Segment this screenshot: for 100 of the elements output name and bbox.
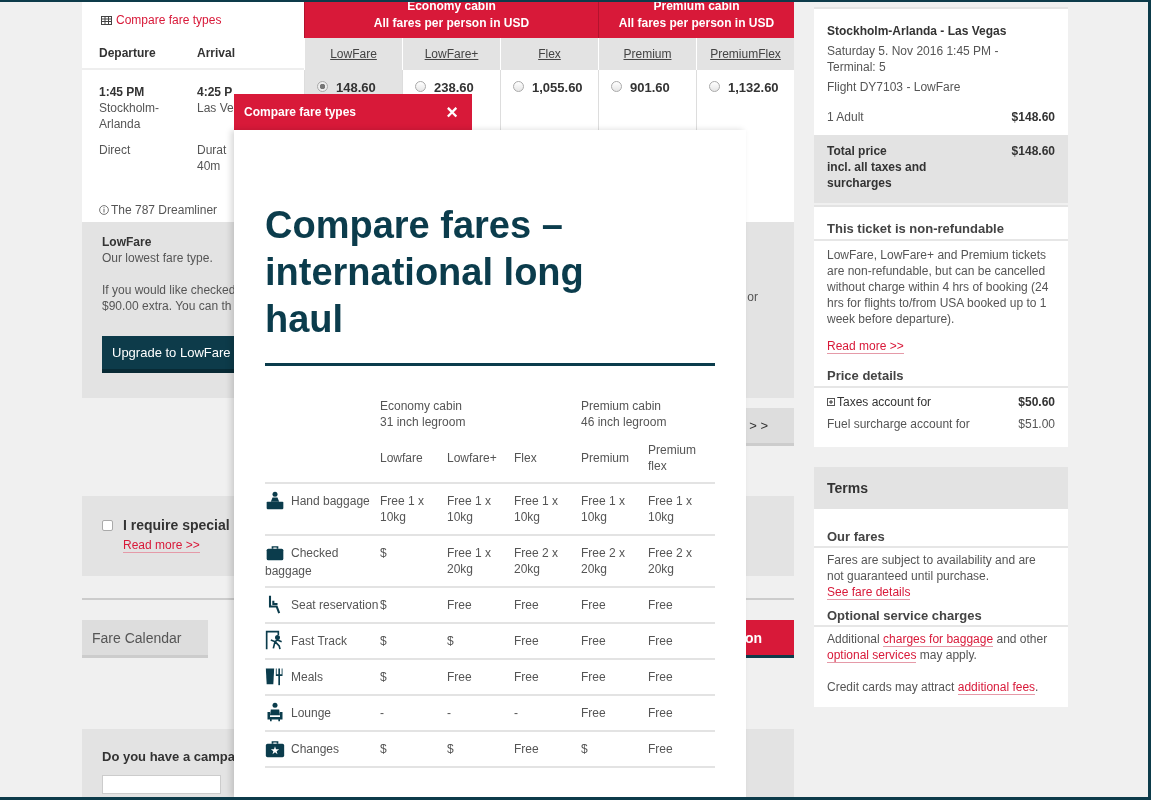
table-cell: - (447, 695, 514, 731)
fare-radio[interactable] (611, 81, 622, 92)
table-cell: $ (380, 731, 447, 767)
arrival-time: 4:25 P (197, 84, 233, 100)
row-label: Hand baggage (265, 483, 380, 535)
aircraft-text: The 787 Dreamliner (111, 202, 218, 218)
column-header: Premium flex (648, 430, 715, 483)
fare-type-link[interactable]: Flex (500, 38, 598, 70)
price-detail-label[interactable]: Taxes account for (827, 394, 932, 410)
refund-text: LowFare, LowFare+ and Premium tickets are non-refundable, but can be cancelled without charge within 4 hrs of booking (24 hrs for flights to/from USA booked up to 1 week before departure). (827, 247, 1050, 327)
campaign-label: Do you have a campa (102, 749, 235, 765)
table-cell: Free (514, 659, 581, 695)
row-label: Seat reservation (265, 587, 380, 623)
price-detail-label: Fuel surcharge account for (827, 416, 970, 432)
fare-type-link[interactable]: Premium (598, 38, 696, 70)
fare-type-link[interactable]: LowFare (304, 38, 402, 70)
fare-radio[interactable] (317, 81, 328, 92)
person-at-counter-icon (265, 490, 285, 510)
row-label: Checked baggage (265, 535, 380, 587)
table-cell: Free 1 x 10kg (514, 483, 581, 535)
table-cell: Free (514, 587, 581, 623)
fare-price: 1,132.60 (728, 80, 779, 95)
cup-and-fork-icon (265, 666, 285, 686)
fare-price: 238.60 (434, 80, 474, 95)
terms-text: Additional charges for baggage and other optional services may apply. (827, 631, 1049, 663)
table-icon (101, 15, 112, 25)
fare-price: 148.60 (336, 80, 376, 95)
briefcase-star-icon (265, 738, 285, 758)
table-cell: Free 2 x 20kg (581, 535, 648, 587)
close-button[interactable]: × (446, 102, 458, 122)
table-cell: Free (648, 623, 715, 659)
flight-number: Flight DY7103 - LowFare (827, 79, 961, 95)
table-cell: Free (648, 731, 715, 767)
column-header: Arrival (197, 46, 237, 60)
column-header: Premium (581, 430, 648, 483)
section-heading: This ticket is non-refundable (814, 207, 1068, 241)
table-cell: $ (581, 731, 648, 767)
section-heading: Price details (814, 362, 1068, 388)
table-cell: Free (581, 587, 648, 623)
read-more-link[interactable]: Read more >> (827, 339, 904, 354)
compare-fare-types-link[interactable]: Compare fare types (116, 13, 222, 27)
section-heading: Our fares (814, 523, 1068, 548)
column-header: Lowfare+ (447, 430, 514, 483)
cabin-heading: Economy cabin 31 inch legroom (380, 398, 581, 430)
departure-time: 1:45 PM (99, 84, 145, 100)
table-cell: $ (380, 587, 447, 623)
row-label: Lounge (265, 695, 380, 731)
text-link[interactable]: charges for baggage (883, 632, 994, 647)
terms-text: Fares are subject to availability and are not guaranteed until purchase. (827, 552, 1037, 584)
checkbox[interactable] (102, 520, 113, 531)
table-cell: Free (648, 587, 715, 623)
info-icon (99, 205, 109, 215)
table-cell: Free (581, 695, 648, 731)
fare-calendar-button[interactable]: Fare Calendar (82, 620, 208, 658)
duration-text: Durat (197, 142, 227, 158)
expand-icon[interactable] (827, 398, 835, 406)
fare-radio[interactable] (709, 81, 720, 92)
table-cell: Free 1 x 10kg (581, 483, 648, 535)
fare-type-link[interactable]: LowFare+ (402, 38, 500, 70)
fare-subtitle: Our lowest fare type. (102, 250, 213, 266)
table-cell: Free 1 x 10kg (648, 483, 715, 535)
arrival-airport: Las Ve (197, 100, 234, 116)
section-heading: Optional service charges (814, 602, 1068, 627)
row-label: Changes (265, 731, 380, 767)
table-cell: - (380, 695, 447, 731)
table-cell: Free (648, 659, 715, 695)
table-cell: Free 2 x 20kg (648, 535, 715, 587)
fare-type-link[interactable]: PremiumFlex (696, 38, 794, 70)
table-cell: $ (380, 659, 447, 695)
table-cell: Free (447, 659, 514, 695)
fare-title: LowFare (102, 234, 152, 250)
table-cell: $ (380, 535, 447, 587)
departure-airport: Stockholm-Arlanda (99, 100, 161, 132)
campaign-code-field[interactable] (102, 775, 221, 794)
passenger-price: $148.60 (1011, 109, 1055, 125)
fare-price: 1,055.60 (532, 80, 583, 95)
table-cell: Free (648, 695, 715, 731)
special-assistance-label: I require special (123, 516, 230, 534)
price-detail-value: $50.60 (1018, 394, 1055, 410)
flight-date: Saturday 5. Nov 2016 1:45 PM - Terminal: 5 (827, 43, 1000, 75)
table-cell: Free 2 x 20kg (514, 535, 581, 587)
cabin-header: Premium cabin All fares per person in USD (598, 2, 794, 38)
modal-heading: Compare fares – international long haul (265, 202, 715, 366)
column-header: Flex (514, 430, 581, 483)
fare-radio[interactable] (415, 81, 426, 92)
modal-title: Compare fare types (244, 105, 357, 119)
text-link[interactable]: optional services (827, 648, 917, 663)
seated-person-icon (265, 702, 285, 722)
table-cell: $ (380, 623, 447, 659)
fare-radio[interactable] (513, 81, 524, 92)
row-label: Fast Track (265, 623, 380, 659)
fare-description: or (747, 290, 758, 306)
cabin-header: Economy cabin All fares per person in USD (304, 2, 598, 38)
total-label: Total price incl. all taxes and surcharges (827, 143, 927, 191)
column-header: Departure (99, 46, 157, 60)
table-cell: Free (514, 623, 581, 659)
duration-text: 40m (197, 158, 221, 174)
text-link[interactable]: See fare details (827, 585, 911, 600)
table-cell: Free (447, 587, 514, 623)
read-more-link[interactable]: Read more >> (123, 538, 200, 553)
